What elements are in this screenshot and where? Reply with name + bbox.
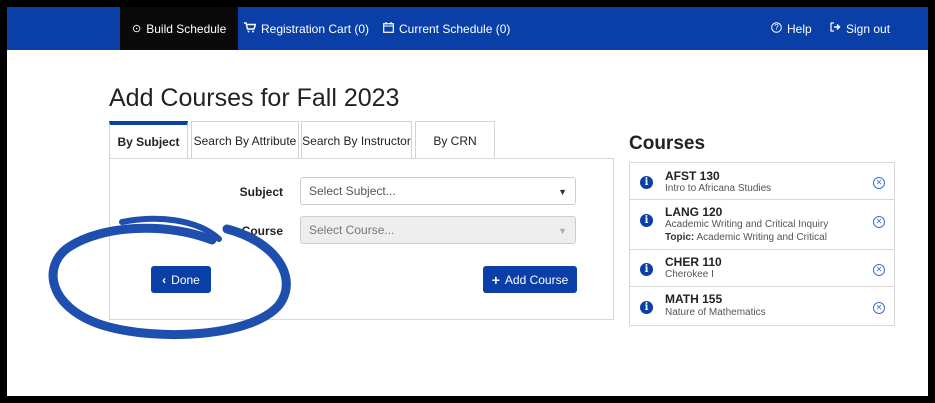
- subject-label: Subject: [239, 185, 283, 199]
- nav-build-schedule-label: Build Schedule: [146, 21, 227, 36]
- chevron-down-icon: ▼: [558, 187, 567, 197]
- remove-circle-icon[interactable]: ✕: [873, 216, 885, 228]
- course-name: Nature of Mathematics: [665, 307, 766, 318]
- course-item: i MATH 155 Nature of Mathematics ✕: [630, 287, 894, 325]
- info-circle-icon[interactable]: i: [640, 214, 653, 227]
- tab-by-crn[interactable]: By CRN: [415, 121, 495, 159]
- course-code: AFST 130: [665, 169, 720, 183]
- subject-select-value: Select Subject...: [309, 184, 396, 198]
- plus-icon: +: [491, 271, 500, 288]
- course-code: CHER 110: [665, 255, 722, 269]
- tab-search-by-attribute[interactable]: Search By Attribute: [191, 121, 299, 159]
- course-name: Academic Writing and Critical Inquiry: [665, 219, 829, 230]
- cart-icon: [244, 21, 257, 36]
- top-navbar: ⊙ Build Schedule Registration Cart (0) C…: [7, 7, 928, 50]
- done-button-label: Done: [171, 272, 200, 287]
- courses-heading: Courses: [629, 133, 706, 154]
- nav-current-schedule-label: Current Schedule (0): [399, 21, 511, 36]
- nav-sign-out[interactable]: Sign out: [830, 7, 890, 50]
- course-topic-label: Topic:: [665, 232, 695, 243]
- chevron-left-icon: ‹: [162, 272, 167, 287]
- add-course-button-label: Add Course: [504, 272, 569, 287]
- nav-registration-cart[interactable]: Registration Cart (0): [244, 7, 369, 50]
- course-list: i AFST 130 Intro to Africana Studies ✕ i…: [629, 162, 895, 326]
- course-select-value: Select Course...: [309, 223, 395, 237]
- info-circle-icon[interactable]: i: [640, 176, 653, 189]
- info-circle-icon[interactable]: i: [640, 301, 653, 314]
- course-item: i AFST 130 Intro to Africana Studies ✕: [630, 163, 894, 200]
- question-circle-icon: ?: [771, 21, 782, 36]
- nav-help-label: Help: [787, 21, 812, 36]
- nav-build-schedule[interactable]: ⊙ Build Schedule: [120, 7, 239, 50]
- clock-circle-icon: ⊙: [132, 23, 142, 35]
- calendar-icon: [383, 21, 394, 36]
- nav-registration-cart-label: Registration Cart (0): [261, 21, 370, 36]
- svg-text:?: ?: [774, 23, 779, 32]
- chevron-down-icon: ▼: [558, 226, 567, 236]
- nav-help[interactable]: ? Help: [771, 7, 812, 50]
- course-select[interactable]: Select Course... ▼: [300, 216, 576, 244]
- signout-icon: [830, 22, 841, 35]
- search-form-panel: Subject Select Subject... ▼ Course Selec…: [109, 158, 614, 320]
- add-course-button[interactable]: + Add Course: [483, 266, 577, 293]
- info-circle-icon[interactable]: i: [640, 263, 653, 276]
- remove-circle-icon[interactable]: ✕: [873, 177, 885, 189]
- course-topic: Topic: Academic Writing and Critical: [665, 232, 827, 243]
- course-name: Intro to Africana Studies: [665, 183, 772, 194]
- tab-search-by-instructor[interactable]: Search By Instructor: [301, 121, 412, 159]
- course-code: MATH 155: [665, 292, 723, 306]
- nav-sign-out-label: Sign out: [846, 21, 891, 36]
- course-name: Cherokee I: [665, 269, 714, 280]
- nav-current-schedule[interactable]: Current Schedule (0): [383, 7, 510, 50]
- course-code: LANG 120: [665, 205, 723, 219]
- course-item: i LANG 120 Academic Writing and Critical…: [630, 200, 894, 250]
- course-label: Course: [241, 224, 283, 238]
- tab-by-subject[interactable]: By Subject: [109, 121, 188, 159]
- app-frame: ⊙ Build Schedule Registration Cart (0) C…: [7, 7, 928, 396]
- remove-circle-icon[interactable]: ✕: [873, 302, 885, 314]
- course-item: i CHER 110 Cherokee I ✕: [630, 250, 894, 287]
- course-topic-value: Academic Writing and Critical: [696, 232, 827, 243]
- remove-circle-icon[interactable]: ✕: [873, 264, 885, 276]
- subject-select[interactable]: Select Subject... ▼: [300, 177, 576, 205]
- page-title: Add Courses for Fall 2023: [109, 84, 400, 112]
- done-button[interactable]: ‹ Done: [151, 266, 211, 293]
